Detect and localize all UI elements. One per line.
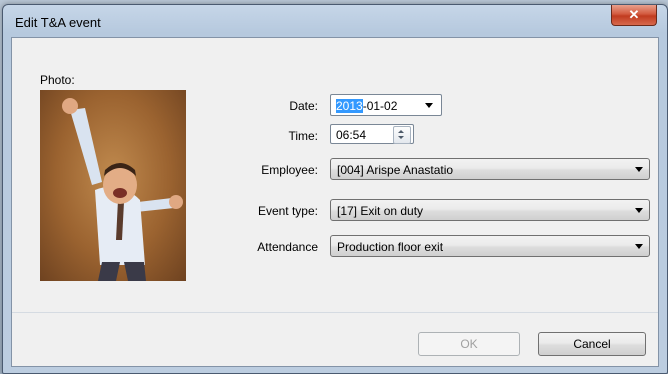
employee-value: [004] Arispe Anastatio bbox=[337, 163, 454, 177]
time-value: 06:54 bbox=[336, 128, 367, 142]
footer-divider bbox=[12, 312, 658, 313]
chevron-down-icon bbox=[635, 208, 643, 213]
event-type-select[interactable]: [17] Exit on duty bbox=[330, 199, 650, 221]
spin-down-icon[interactable] bbox=[398, 136, 404, 139]
attendance-select[interactable]: Production floor exit bbox=[330, 235, 650, 257]
employee-photo bbox=[40, 90, 186, 281]
close-icon: ✕ bbox=[628, 7, 640, 22]
event-type-label: Event type: bbox=[257, 204, 318, 218]
cancel-button[interactable]: Cancel bbox=[538, 332, 646, 356]
spin-buttons[interactable] bbox=[393, 126, 411, 144]
chevron-down-icon bbox=[635, 167, 643, 172]
dialog-title: Edit T&A event bbox=[15, 15, 101, 30]
event-type-value: [17] Exit on duty bbox=[337, 204, 424, 218]
ok-button[interactable]: OK bbox=[418, 332, 520, 356]
close-button[interactable]: ✕ bbox=[611, 5, 657, 26]
photo-label: Photo: bbox=[40, 73, 75, 87]
attendance-value: Production floor exit bbox=[337, 240, 444, 254]
date-rest: -01-02 bbox=[362, 99, 398, 113]
dialog-body: Photo: Date: 2013-01-02 Time: 06:54 Empl… bbox=[11, 37, 659, 367]
attendance-label: Attendance bbox=[257, 240, 318, 254]
photo-image bbox=[62, 98, 183, 281]
time-label: Time: bbox=[288, 129, 318, 143]
time-spinner[interactable]: 06:54 bbox=[330, 124, 414, 144]
employee-select[interactable]: [004] Arispe Anastatio bbox=[330, 158, 650, 180]
employee-label: Employee: bbox=[261, 163, 318, 177]
date-label: Date: bbox=[289, 99, 318, 113]
spin-up-icon[interactable] bbox=[398, 130, 404, 133]
date-year-selected: 2013 bbox=[336, 99, 363, 113]
chevron-down-icon[interactable] bbox=[425, 103, 433, 108]
edit-event-dialog: Edit T&A event ✕ Photo: Date: 2013-01-02… bbox=[2, 4, 668, 374]
chevron-down-icon bbox=[635, 244, 643, 249]
date-picker[interactable]: 2013-01-02 bbox=[330, 94, 442, 116]
